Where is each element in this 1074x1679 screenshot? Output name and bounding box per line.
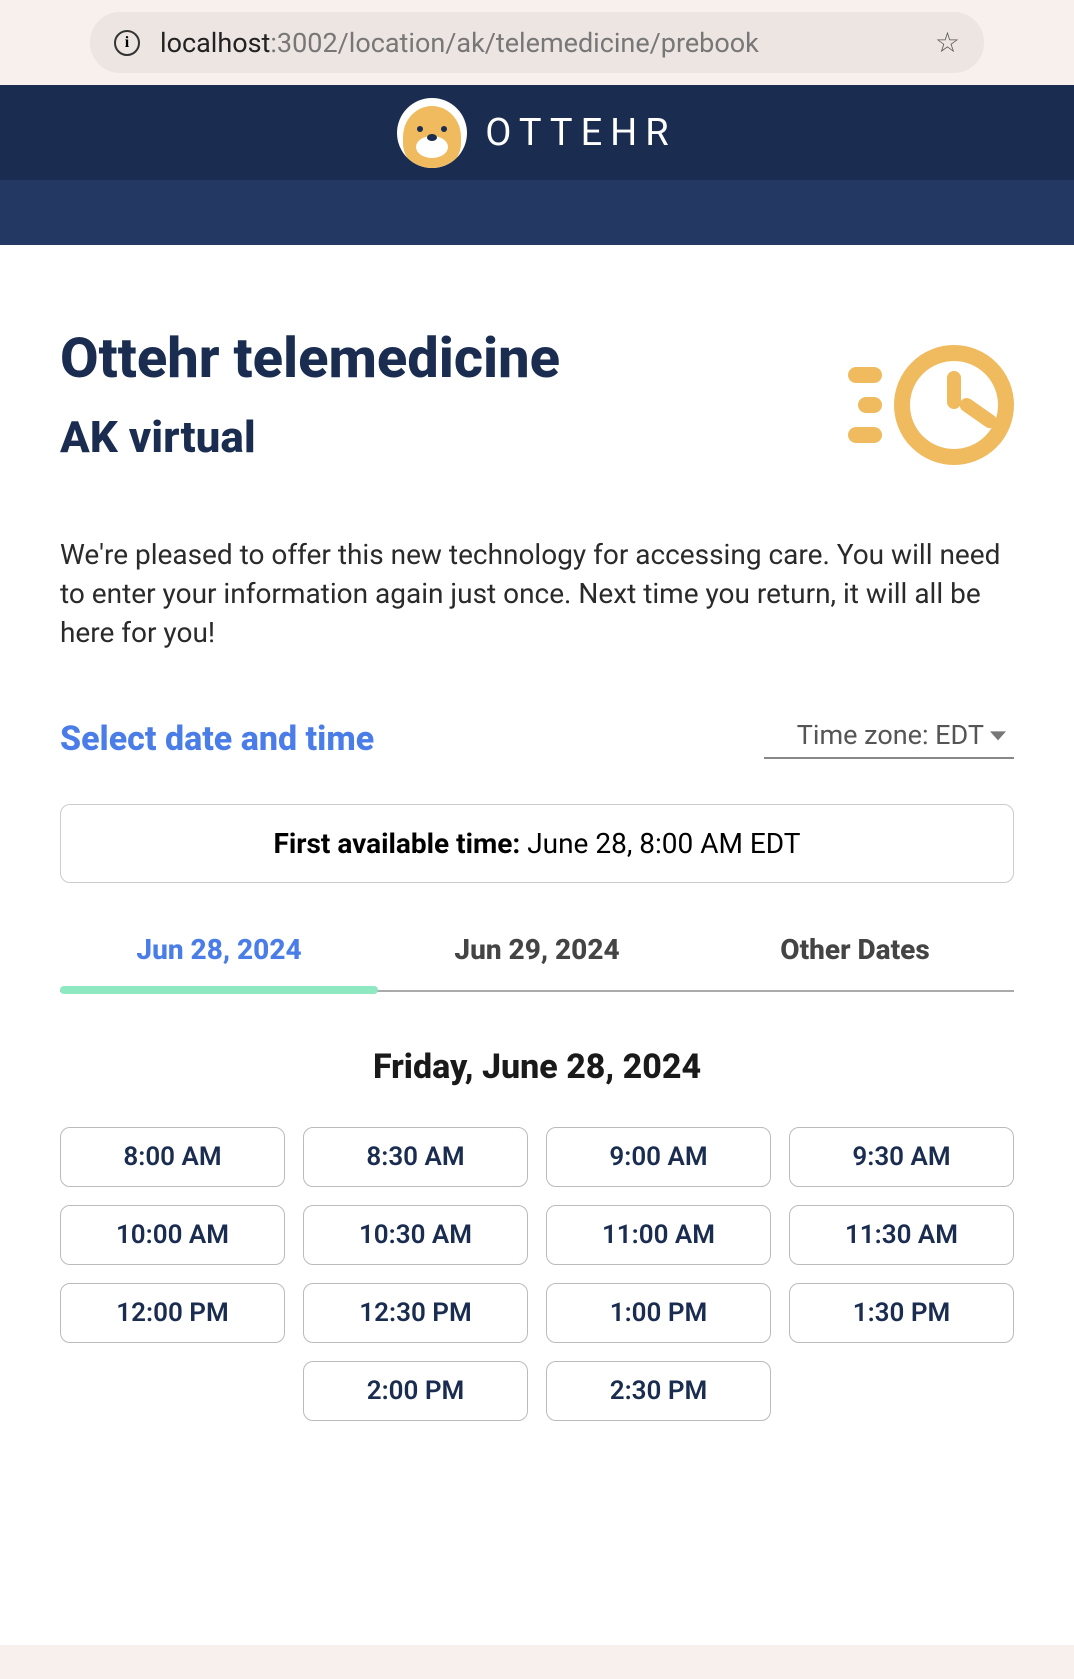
select-date-time-label: Select date and time	[60, 719, 374, 759]
intro-paragraph: We're pleased to offer this new technolo…	[60, 535, 1014, 653]
brand-logo-icon	[397, 98, 467, 168]
page-title: Ottehr telemedicine	[60, 325, 560, 391]
time-slot[interactable]: 11:00 AM	[546, 1205, 771, 1265]
url-text: localhost:3002/location/ak/telemedicine/…	[160, 27, 915, 59]
date-tabs: Jun 28, 2024Jun 29, 2024Other Dates	[60, 933, 1014, 992]
time-slot[interactable]: 9:30 AM	[789, 1127, 1014, 1187]
time-slot[interactable]: 11:30 AM	[789, 1205, 1014, 1265]
time-slot[interactable]: 10:30 AM	[303, 1205, 528, 1265]
time-slot[interactable]: 9:00 AM	[546, 1127, 771, 1187]
date-tab-2[interactable]: Other Dates	[696, 933, 1014, 990]
first-available-value: June 28, 8:00 AM EDT	[520, 827, 800, 860]
time-slot[interactable]: 1:00 PM	[546, 1283, 771, 1343]
date-tab-0[interactable]: Jun 28, 2024	[60, 933, 378, 990]
time-slot[interactable]: 1:30 PM	[789, 1283, 1014, 1343]
time-slot[interactable]: 2:00 PM	[303, 1361, 528, 1421]
url-bar[interactable]: i localhost:3002/location/ak/telemedicin…	[90, 12, 984, 73]
info-icon[interactable]: i	[114, 30, 140, 56]
main-content: Ottehr telemedicine AK virtual We're ple…	[0, 245, 1074, 1645]
time-slot[interactable]: 2:30 PM	[546, 1361, 771, 1421]
first-available-box: First available time: June 28, 8:00 AM E…	[60, 804, 1014, 883]
timezone-select[interactable]: Time zone: EDT	[764, 713, 1014, 759]
clock-icon	[848, 345, 1014, 465]
time-slot[interactable]: 8:30 AM	[303, 1127, 528, 1187]
slot-spacer	[60, 1361, 285, 1421]
selected-date-heading: Friday, June 28, 2024	[60, 1047, 1014, 1087]
time-slot-grid: 8:00 AM 8:30 AM 9:00 AM 9:30 AM 10:00 AM 10:3…	[60, 1127, 1014, 1421]
time-slot[interactable]: 10:00 AM	[60, 1205, 285, 1265]
time-slot[interactable]: 12:30 PM	[303, 1283, 528, 1343]
app-header: OTTEHR	[0, 85, 1074, 180]
date-tab-1[interactable]: Jun 29, 2024	[378, 933, 696, 990]
header-band	[0, 180, 1074, 245]
page-subtitle: AK virtual	[60, 411, 560, 463]
url-host: localhost	[160, 27, 270, 59]
bookmark-star-icon[interactable]: ☆	[935, 26, 960, 59]
time-slot[interactable]: 12:00 PM	[60, 1283, 285, 1343]
browser-bar: i localhost:3002/location/ak/telemedicin…	[0, 0, 1074, 85]
brand-name: OTTEHR	[485, 111, 676, 155]
first-available-label: First available time:	[273, 827, 520, 860]
url-path: :3002/location/ak/telemedicine/prebook	[270, 27, 758, 59]
time-slot[interactable]: 8:00 AM	[60, 1127, 285, 1187]
timezone-value: Time zone: EDT	[797, 719, 984, 751]
slot-spacer	[789, 1361, 1014, 1421]
